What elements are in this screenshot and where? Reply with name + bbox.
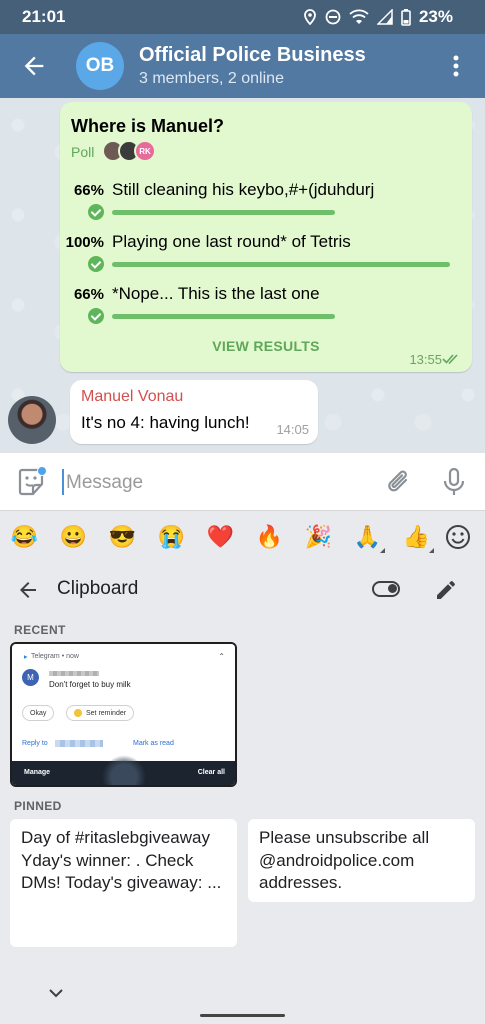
clipboard-header: Clipboard	[0, 562, 485, 616]
clear-all-label: Clear all	[197, 769, 225, 776]
emoji-suggestion[interactable]: 😎	[98, 511, 147, 563]
clipboard-toggle[interactable]	[372, 581, 400, 597]
emoji-suggestion[interactable]: 👍	[392, 511, 441, 563]
checkmark-icon	[88, 308, 104, 324]
emoji-suggestion[interactable]: 😀	[49, 511, 98, 563]
poll-voters[interactable]: RK	[102, 140, 156, 162]
blurred-recipient	[55, 740, 103, 747]
emoji-suggestion[interactable]: 😭	[147, 511, 196, 563]
chat-header: OB Official Police Business 3 members, 2…	[0, 34, 485, 98]
emoji-keyboard-icon[interactable]	[443, 522, 473, 552]
status-bar: 21:01 23%	[0, 0, 485, 34]
pinned-clip-item[interactable]: Day of #ritaslebgiveaway Yday's winner: …	[10, 819, 237, 947]
double-check-icon	[442, 354, 458, 365]
mark-as-read-action: Mark as read	[133, 740, 174, 747]
blurred-name	[49, 671, 99, 676]
notification-text: Don't forget to buy milk	[49, 680, 131, 689]
dnd-icon	[325, 9, 341, 25]
user-avatar[interactable]	[8, 396, 56, 444]
battery-icon	[401, 8, 411, 26]
more-options-icon[interactable]	[446, 52, 466, 80]
notification-app: Telegram • now	[22, 653, 79, 660]
battery-percentage: 23%	[418, 7, 453, 26]
pinned-section-label: PINNED	[14, 799, 62, 813]
poll-option-text: Playing one last round* of Tetris	[112, 232, 351, 251]
chevron-down-icon[interactable]	[46, 986, 66, 1000]
clipboard-screenshot-item[interactable]: Telegram • now ⌃ M Don't forget to buy m…	[10, 642, 237, 787]
pencil-icon[interactable]	[434, 578, 458, 602]
message-bubble: Manuel Vonau It's no 4: having lunch! 14…	[70, 380, 318, 444]
checkmark-icon	[88, 204, 104, 220]
chat-area: Where is Manuel? Poll RK 66% Still clean…	[0, 98, 485, 452]
clipboard-title: Clipboard	[57, 578, 139, 599]
bell-icon	[74, 709, 82, 717]
voter-avatar: RK	[134, 140, 156, 162]
set-reminder-label: Set reminder	[86, 709, 127, 717]
back-arrow-icon[interactable]	[16, 578, 40, 602]
signal-icon	[376, 9, 393, 25]
message-time: 14:05	[276, 422, 309, 437]
chat-subtitle: 3 members, 2 online	[139, 70, 284, 87]
poll-option-percent: 100%	[65, 234, 104, 251]
emoji-suggestion[interactable]: 🔥	[245, 511, 294, 563]
poll-option-bar	[112, 314, 335, 319]
attach-icon[interactable]	[386, 467, 414, 497]
manage-label: Manage	[24, 769, 51, 776]
reply-action: Reply to	[22, 740, 48, 747]
poll-question: Where is Manuel?	[71, 116, 225, 136]
location-icon	[304, 9, 316, 25]
message-time: 13:55	[409, 352, 442, 367]
poll-label: Poll	[71, 144, 95, 160]
message-text: It's no 4: having lunch!	[81, 413, 250, 432]
poll-option-percent: 66%	[73, 182, 104, 199]
text-cursor	[62, 469, 64, 495]
okay-chip: Okay	[22, 705, 55, 721]
avatar: M	[22, 669, 39, 686]
poll-option-text: Still cleaning his keybo,#+(jduhdurj	[112, 180, 375, 199]
clipboard-panel: Clipboard RECENT Telegram • now ⌃ M Don'…	[0, 562, 485, 1024]
message-author[interactable]: Manuel Vonau	[81, 388, 183, 406]
pinned-clip-item[interactable]: Please unsubscribe all @androidpolice.co…	[248, 819, 475, 902]
chat-title[interactable]: Official Police Business	[139, 44, 366, 67]
notification-dot	[37, 466, 47, 476]
emoji-suggestion[interactable]: 🙏	[343, 511, 392, 563]
emoji-suggestion-strip: 😂 😀 😎 😭 ❤️ 🔥 🎉 🙏 👍	[0, 510, 485, 562]
emoji-suggestion[interactable]: 🎉	[294, 511, 343, 563]
poll-option-percent: 66%	[73, 286, 104, 303]
emoji-suggestion[interactable]: ❤️	[196, 511, 245, 563]
notification-footer: Manage Clear all	[12, 755, 235, 785]
recent-section-label: RECENT	[14, 623, 66, 637]
poll-option[interactable]: 66% *Nope... This is the last one	[60, 284, 472, 330]
checkmark-icon	[88, 256, 104, 272]
poll-option-bar	[112, 262, 450, 267]
emoji-suggestion[interactable]: 😂	[0, 511, 49, 563]
poll-option[interactable]: 66% Still cleaning his keybo,#+(jduhdurj	[60, 180, 472, 226]
status-time: 21:01	[22, 7, 66, 26]
microphone-icon[interactable]	[442, 467, 466, 497]
poll-option-bar	[112, 210, 335, 215]
chevron-up-icon: ⌃	[218, 652, 225, 661]
group-avatar[interactable]: OB	[76, 42, 124, 90]
poll-bubble: Where is Manuel? Poll RK 66% Still clean…	[60, 102, 472, 372]
message-input[interactable]	[66, 469, 366, 497]
poll-option-text: *Nope... This is the last one	[112, 284, 320, 303]
set-reminder-chip: Set reminder	[66, 705, 135, 721]
back-arrow-icon[interactable]	[20, 52, 48, 80]
wifi-icon	[349, 9, 369, 24]
message-input-bar	[0, 452, 485, 510]
gesture-nav-bar[interactable]	[200, 1014, 285, 1017]
poll-option[interactable]: 100% Playing one last round* of Tetris	[60, 232, 472, 278]
notification-preview: Telegram • now ⌃ M Don't forget to buy m…	[12, 644, 235, 761]
